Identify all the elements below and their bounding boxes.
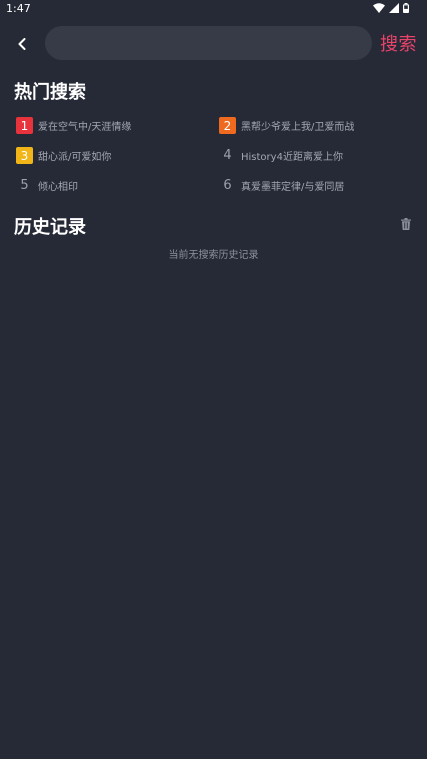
hot-search-list: 1 爱在空气中/天涯情缘 2 黑帮少爷爱上我/卫爱而战 3 甜心派/可爱如你 4… [16,116,416,195]
status-bar: 1:47 [0,0,427,18]
rank-number: 6 [223,178,232,193]
chevron-left-icon [18,35,26,54]
hot-search-item-label: 真爱墨菲定律/与爱同居 [241,182,345,193]
empty-history-message: 当前无搜索历史记录 [168,250,259,261]
hot-search-item-4[interactable]: 4 History4近距离爱上你 [219,146,409,165]
hot-search-item-label: 爱在空气中/天涯情缘 [38,122,132,133]
clear-history-button[interactable] [399,216,413,232]
hot-search-item-label: 倾心相印 [38,182,78,193]
battery-icon [403,3,409,13]
hot-search-item-1[interactable]: 1 爱在空气中/天涯情缘 [16,116,219,135]
rank-number: 5 [20,178,29,193]
trash-icon [401,215,411,234]
hot-search-item-5[interactable]: 5 倾心相印 [16,176,219,195]
hot-search-item-2[interactable]: 2 黑帮少爷爱上我/卫爱而战 [219,116,409,135]
search-input[interactable] [45,26,372,60]
hot-search-item-label: 甜心派/可爱如你 [38,152,112,163]
rank-badge: 2 [219,117,236,134]
status-time: 1:47 [6,2,31,15]
search-submit-button[interactable]: 搜索 [380,30,417,56]
hot-search-item-label: 黑帮少爷爱上我/卫爱而战 [241,122,355,133]
wifi-icon [373,3,385,13]
hot-search-title: 热门搜索 [14,82,86,103]
rank-number: 4 [223,148,232,163]
back-button[interactable] [12,32,32,56]
rank-badge: 3 [16,147,33,164]
signal-icon [389,3,399,13]
status-icons [373,3,409,13]
hot-search-item-6[interactable]: 6 真爱墨菲定律/与爱同居 [219,176,409,195]
hot-search-item-label: History4近距离爱上你 [241,152,343,163]
search-top-bar: 搜索 [0,26,427,62]
history-title: 历史记录 [14,217,86,238]
hot-search-item-3[interactable]: 3 甜心派/可爱如你 [16,146,219,165]
rank-badge: 1 [16,117,33,134]
